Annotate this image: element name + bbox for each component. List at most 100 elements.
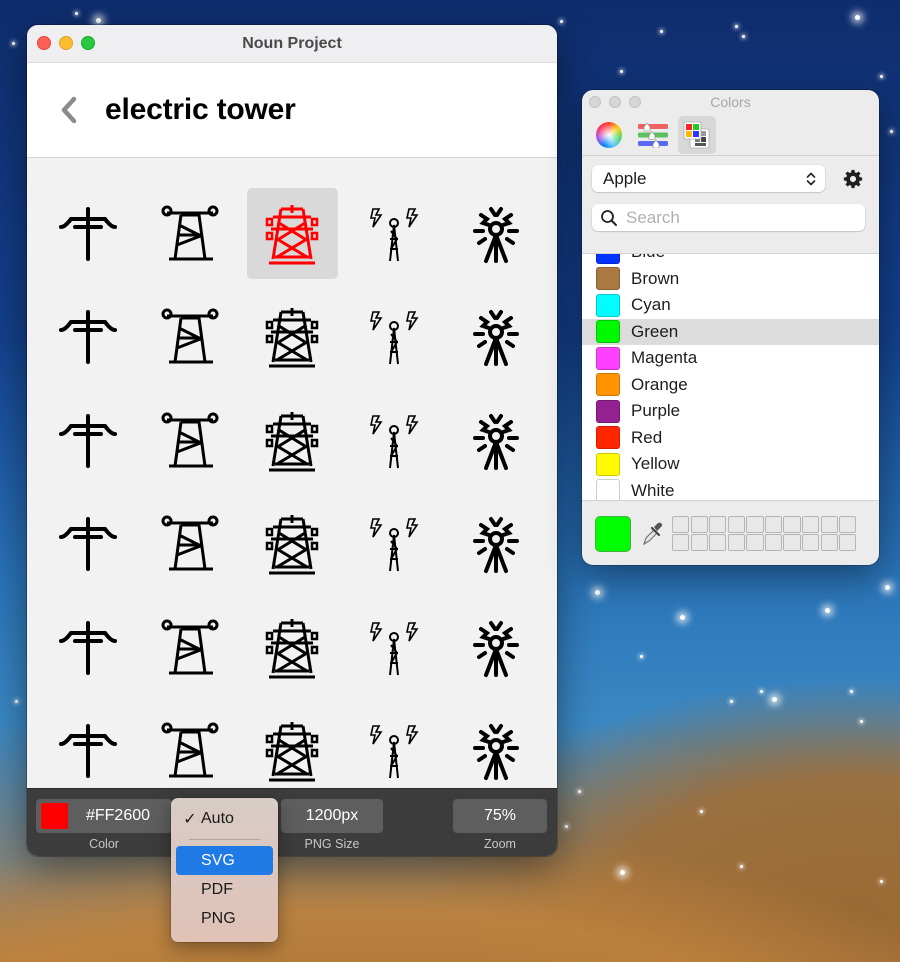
icon-result[interactable]	[445, 700, 547, 790]
icon-result[interactable]	[241, 182, 343, 286]
color-list-item[interactable]: Red	[582, 425, 879, 452]
icon-result[interactable]	[139, 700, 241, 790]
custom-swatch-slot[interactable]	[783, 534, 801, 552]
color-field[interactable]: #FF2600	[36, 799, 172, 833]
custom-swatch-slot[interactable]	[727, 534, 745, 552]
color-list-item[interactable]: Yellow	[582, 451, 879, 478]
icon-result-button[interactable]	[43, 602, 134, 693]
color-list-item[interactable]: Orange	[582, 372, 879, 399]
icon-result-button[interactable]	[349, 602, 440, 693]
custom-swatch-slot[interactable]	[690, 515, 708, 533]
icon-result-button[interactable]	[43, 395, 134, 486]
current-color-well[interactable]	[595, 515, 631, 552]
palette-list-select[interactable]: Apple	[592, 165, 825, 192]
close-window-button[interactable]	[37, 36, 51, 50]
icon-result-button[interactable]	[349, 395, 440, 486]
color-list[interactable]: Blue Brown Cyan Green Magenta Orange Purple Red…	[582, 253, 879, 501]
icon-result[interactable]	[241, 596, 343, 700]
icon-result[interactable]	[37, 596, 139, 700]
color-search-input[interactable]	[626, 207, 856, 228]
title-bar[interactable]: Noun Project	[27, 25, 557, 63]
icon-result-button[interactable]	[247, 395, 338, 486]
icon-result-button[interactable]	[247, 292, 338, 383]
icon-result-button[interactable]	[451, 706, 542, 789]
colors-title-bar[interactable]: Colors	[582, 90, 879, 114]
color-palettes-mode-button[interactable]	[678, 115, 716, 154]
icon-result-button[interactable]	[451, 499, 542, 590]
icon-result-button[interactable]	[43, 292, 134, 383]
icon-result-button[interactable]	[451, 292, 542, 383]
icon-result[interactable]	[343, 182, 445, 286]
custom-swatch-slot[interactable]	[802, 534, 820, 552]
icon-result[interactable]	[343, 389, 445, 493]
icon-result-button[interactable]	[247, 499, 338, 590]
icon-result[interactable]	[241, 493, 343, 597]
menu-item-svg[interactable]: SVG	[176, 846, 273, 875]
custom-swatch-slot[interactable]	[727, 515, 745, 533]
icon-result[interactable]	[37, 286, 139, 390]
icon-result-button[interactable]	[145, 499, 236, 590]
icon-result-button[interactable]	[349, 292, 440, 383]
icon-result[interactable]	[139, 389, 241, 493]
icon-result[interactable]	[445, 596, 547, 700]
icon-result[interactable]	[241, 286, 343, 390]
icon-result-button[interactable]	[451, 395, 542, 486]
custom-swatch-slot[interactable]	[839, 515, 857, 533]
color-list-item[interactable]: Cyan	[582, 292, 879, 319]
icon-result[interactable]	[343, 596, 445, 700]
icon-result[interactable]	[343, 700, 445, 790]
custom-swatch-slot[interactable]	[839, 534, 857, 552]
icon-result-button[interactable]	[349, 188, 440, 279]
png-size-field[interactable]: 1200px	[281, 799, 383, 833]
custom-swatch-slot[interactable]	[764, 534, 783, 552]
color-wheel-mode-button[interactable]	[590, 116, 628, 154]
custom-swatch-slot[interactable]	[820, 534, 838, 552]
menu-item-pdf[interactable]: PDF	[176, 875, 273, 904]
icon-result[interactable]	[139, 182, 241, 286]
icon-result[interactable]	[37, 389, 139, 493]
icon-result-button[interactable]	[451, 188, 542, 279]
icon-result[interactable]	[139, 596, 241, 700]
custom-swatch-slot[interactable]	[783, 515, 801, 533]
maximize-window-button[interactable]	[81, 36, 95, 50]
color-list-item[interactable]: Magenta	[582, 345, 879, 372]
icon-result[interactable]	[241, 700, 343, 790]
icon-result-button[interactable]	[349, 499, 440, 590]
icon-result[interactable]	[343, 286, 445, 390]
zoom-field[interactable]: 75%	[453, 799, 547, 833]
custom-swatch-slot[interactable]	[690, 534, 708, 552]
color-list-item[interactable]: Blue	[582, 254, 879, 266]
icon-result-button[interactable]	[145, 395, 236, 486]
icon-result-button[interactable]	[451, 602, 542, 693]
close-window-button[interactable]	[589, 96, 601, 108]
icon-result-button[interactable]	[43, 706, 134, 789]
icon-result[interactable]	[139, 493, 241, 597]
icon-result[interactable]	[445, 182, 547, 286]
icon-result-button[interactable]	[247, 706, 338, 789]
icon-result-button[interactable]	[145, 188, 236, 279]
icon-result-button[interactable]	[349, 706, 440, 789]
custom-swatch-slot[interactable]	[672, 515, 690, 533]
custom-swatch-slot[interactable]	[672, 534, 690, 552]
custom-swatch-slot[interactable]	[746, 515, 764, 533]
color-list-item[interactable]: White	[582, 478, 879, 500]
icon-result[interactable]	[241, 389, 343, 493]
icon-result[interactable]	[445, 493, 547, 597]
minimize-window-button[interactable]	[609, 96, 621, 108]
custom-swatch-slot[interactable]	[709, 515, 727, 533]
color-swatch[interactable]	[41, 803, 68, 829]
icon-result[interactable]	[445, 286, 547, 390]
color-search-box[interactable]	[592, 204, 865, 231]
eyedropper-icon[interactable]	[641, 521, 663, 547]
icon-result[interactable]	[139, 286, 241, 390]
color-list-item[interactable]: Brown	[582, 266, 879, 293]
color-list-item[interactable]: Green	[582, 318, 879, 345]
icon-result[interactable]	[37, 700, 139, 790]
gear-icon[interactable]	[843, 169, 863, 189]
icon-result-button[interactable]	[145, 706, 236, 789]
icon-result-button[interactable]	[43, 499, 134, 590]
icon-result[interactable]	[37, 182, 139, 286]
back-button[interactable]	[57, 95, 81, 125]
maximize-window-button[interactable]	[629, 96, 641, 108]
custom-swatch-slot[interactable]	[746, 534, 764, 552]
